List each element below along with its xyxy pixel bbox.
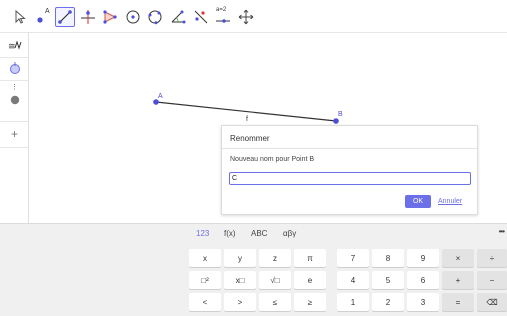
- angle-icon: [171, 10, 186, 24]
- key-3[interactable]: 3: [407, 293, 439, 311]
- add-icon[interactable]: +: [0, 127, 29, 141]
- key-less-than[interactable]: <: [189, 293, 221, 311]
- dialog-title: Renommer: [230, 134, 270, 143]
- reflect-tool-button[interactable]: [191, 7, 211, 27]
- ok-button[interactable]: OK: [405, 195, 431, 208]
- key-power[interactable]: x□: [224, 271, 256, 289]
- key-greater-equal[interactable]: ≥: [294, 293, 326, 311]
- cursor-arrow-icon: [15, 9, 26, 24]
- tab-functions[interactable]: f(x): [224, 229, 236, 238]
- object-dot-icon[interactable]: [0, 94, 29, 106]
- key-8[interactable]: 8: [372, 249, 404, 267]
- circle-three-points-tool-button[interactable]: [145, 7, 165, 27]
- move-cross-arrows-icon: [238, 9, 254, 25]
- key-pi[interactable]: π: [294, 249, 326, 267]
- circle-three-points-icon: [148, 10, 162, 25]
- tab-123[interactable]: 123: [196, 229, 209, 238]
- angle-tool-button[interactable]: [168, 7, 188, 27]
- reflect-line-icon: [194, 10, 208, 24]
- circle-center-point-icon: [126, 10, 140, 24]
- backspace-icon[interactable]: ⌫: [477, 293, 507, 311]
- slider-tool-label: a=2: [216, 7, 227, 13]
- tab-greek[interactable]: αβγ: [283, 229, 296, 238]
- key-2[interactable]: 2: [372, 293, 404, 311]
- key-z[interactable]: z: [259, 249, 291, 267]
- polygon-icon: [103, 10, 117, 24]
- key-minus[interactable]: −: [477, 271, 507, 289]
- slider-tool-button[interactable]: a=2: [213, 7, 233, 27]
- key-divide[interactable]: ÷: [477, 249, 507, 267]
- keyboard-tabs: 123 f(x) ABC αβγ •••: [0, 224, 507, 244]
- segment-tool-button[interactable]: [55, 7, 75, 27]
- point-b-label: B: [338, 111, 343, 118]
- key-4[interactable]: 4: [337, 271, 369, 289]
- virtual-keyboard: 123 f(x) ABC αβγ ••• x y z π 7 8 9 × ÷ □…: [0, 223, 507, 316]
- key-1[interactable]: 1: [337, 293, 369, 311]
- key-7[interactable]: 7: [337, 249, 369, 267]
- segment-icon: [58, 10, 72, 24]
- move-tool-button[interactable]: [10, 7, 30, 27]
- dialog-divider: [222, 148, 477, 149]
- point-b[interactable]: [333, 118, 339, 124]
- key-multiply[interactable]: ×: [442, 249, 474, 267]
- key-plus[interactable]: +: [442, 271, 474, 289]
- rename-dialog: Renommer Nouveau nom pour Point B C OK A…: [221, 125, 478, 215]
- more-options-icon[interactable]: •••: [499, 227, 505, 236]
- key-sqrt[interactable]: √□: [259, 271, 291, 289]
- key-y[interactable]: y: [224, 249, 256, 267]
- key-equals[interactable]: =: [442, 293, 474, 311]
- point-tool-label: A: [45, 8, 50, 15]
- key-less-equal[interactable]: ≤: [259, 293, 291, 311]
- point-tool-button[interactable]: A: [33, 7, 53, 27]
- key-x[interactable]: x: [189, 249, 221, 267]
- polygon-tool-button[interactable]: [100, 7, 120, 27]
- key-greater-than[interactable]: >: [224, 293, 256, 311]
- rename-icon[interactable]: [0, 59, 29, 77]
- geogebra-app: A a=2 ≅ ⋮ + A B f Renommer Nouveau nom p…: [0, 0, 507, 316]
- algebra-side-strip: ≅ ⋮ +: [0, 33, 29, 223]
- toolbar: A a=2: [0, 0, 507, 33]
- cancel-button[interactable]: Annuler: [438, 195, 462, 208]
- perpendicular-line-icon: [81, 10, 95, 24]
- key-9[interactable]: 9: [407, 249, 439, 267]
- point-a[interactable]: [153, 99, 159, 105]
- key-squared[interactable]: □²: [189, 271, 221, 289]
- circle-center-tool-button[interactable]: [123, 7, 143, 27]
- perpendicular-tool-button[interactable]: [78, 7, 98, 27]
- key-6[interactable]: 6: [407, 271, 439, 289]
- algebra-view-icon[interactable]: ≅: [0, 36, 29, 54]
- dialog-prompt: Nouveau nom pour Point B: [230, 156, 315, 163]
- tab-abc[interactable]: ABC: [251, 229, 267, 238]
- rename-input[interactable]: C: [229, 172, 471, 185]
- key-5[interactable]: 5: [372, 271, 404, 289]
- more-icon[interactable]: ⋮: [0, 83, 29, 91]
- move-graphics-tool-button[interactable]: [236, 7, 256, 27]
- key-e[interactable]: e: [294, 271, 326, 289]
- segment-f-label: f: [246, 116, 248, 123]
- point-a-label: A: [158, 93, 163, 100]
- svg-text:≅: ≅: [8, 42, 16, 51]
